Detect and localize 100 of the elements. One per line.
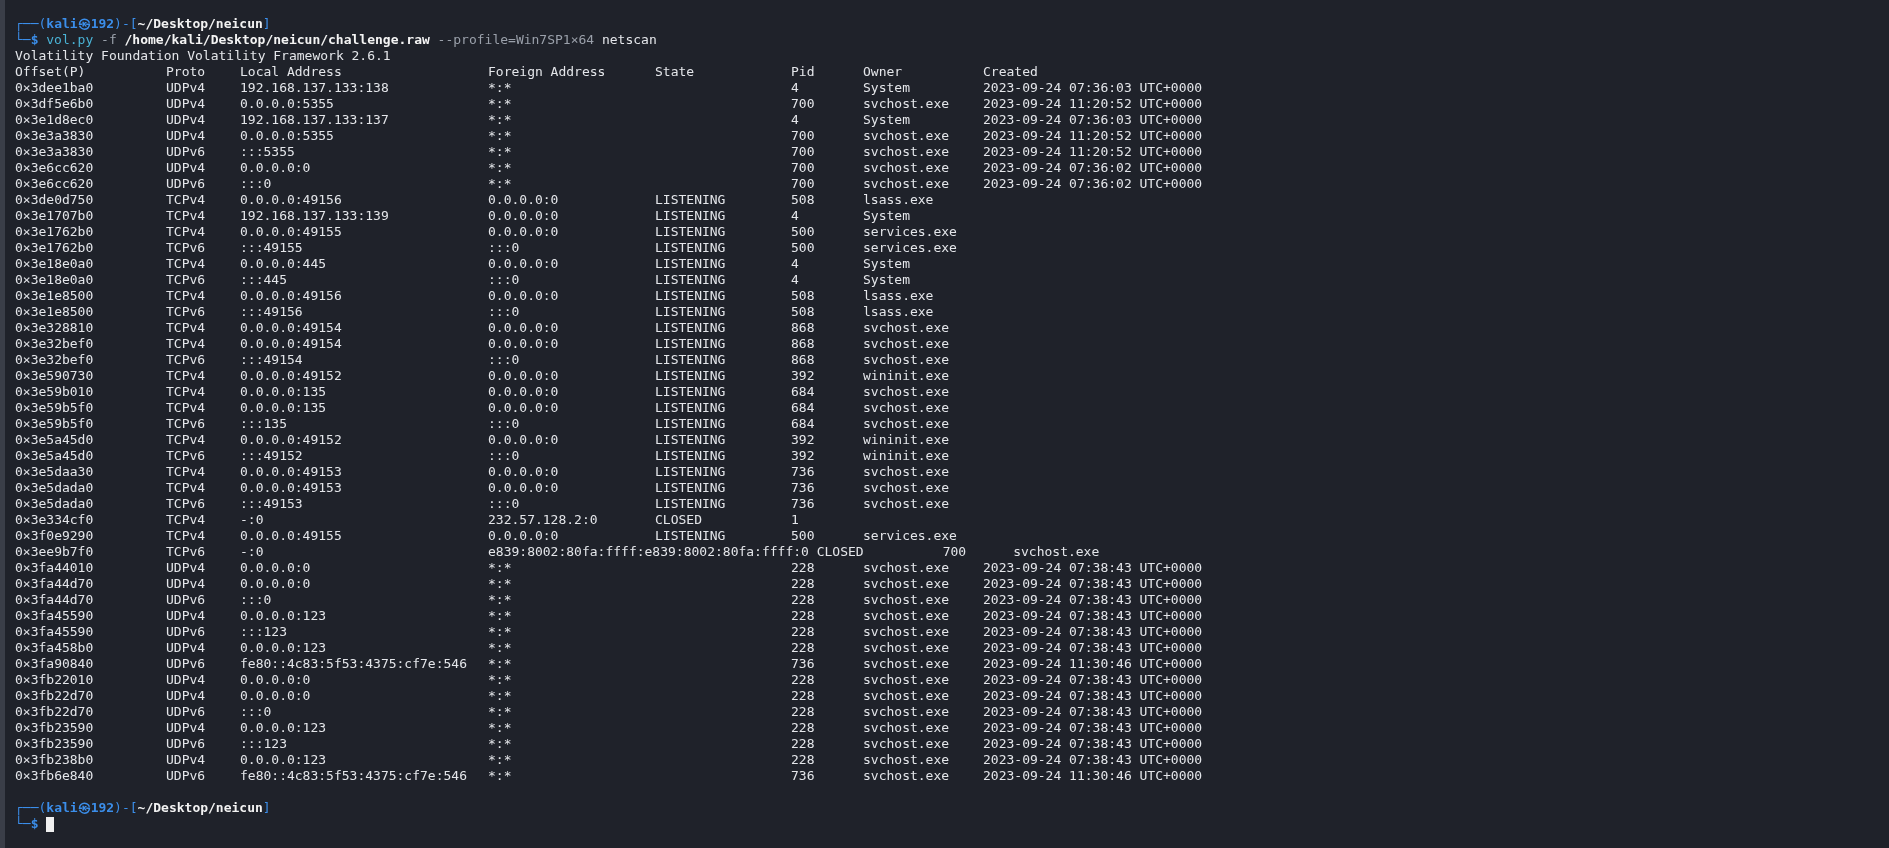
table-cell-text: svchost.exe [863,352,951,368]
table-cell-text: :::0 [488,448,521,464]
table-cell-text: TCPv4 [166,256,207,272]
table-cell-text: 0×3fa458b0 [15,640,95,656]
table-cell-text: svchost.exe [863,320,951,336]
table-cell-text: UDPv4 [166,720,207,736]
table-cell-text: *:* [488,80,513,96]
table-cell-text: LISTENING [655,224,727,240]
table-cell-text: 0×3e5dada0 [15,496,95,512]
table-cell-text: 0.0.0.0:49154 [240,336,343,352]
table-cell-text: LISTENING [655,336,727,352]
table-cell-text: :::49155 [240,240,304,256]
table-cell-text: 0×3e5a45d0 [15,448,95,464]
table-cell-text: 1 [791,512,800,528]
table-cell-text: UDPv4 [166,608,207,624]
table-cell-text: 228 [791,592,816,608]
table-cell-text: LISTENING [655,288,727,304]
table-cell-text: UDPv4 [166,672,207,688]
table-cell-text: TCPv6 [166,448,207,464]
table-cell-text: 700 [791,160,816,176]
table-cell-text: 0×3fb23590 [15,736,95,752]
table-cell-text: :::123 [240,624,288,640]
table-cell-text: lsass.exe [863,304,935,320]
table-cell-text: 2023-09-24 07:38:43 UTC+0000 [983,576,1204,592]
table-cell-text: TCPv6 [166,352,207,368]
table-cell-text: 0×3e59b5f0 [15,416,95,432]
table-cell: CLOSED [816,544,864,560]
table-cell-text: 0.0.0.0:49155 [240,528,343,544]
table-cell-text: 2023-09-24 11:20:52 UTC+0000 [983,144,1204,160]
table-cell-text: 0×3e1d8ec0 [15,112,95,128]
table-cell-text: 0.0.0.0:49152 [240,368,343,384]
table-cell-text: 2023-09-24 07:36:03 UTC+0000 [983,112,1204,128]
table-cell-text: LISTENING [655,208,727,224]
table-cell-text: 0.0.0.0:123 [240,720,328,736]
table-cell-text: 500 [791,240,816,256]
table-cell-text: 228 [791,672,816,688]
table-cell-text: *:* [488,768,513,784]
table-cell-text: svchost.exe [863,640,951,656]
table-cell-text: 228 [791,624,816,640]
table-cell-text: 0×3fb22d70 [15,688,95,704]
table-cell-text: 228 [791,736,816,752]
table-cell-text: TCPv4 [166,320,207,336]
table-cell-text: :::49156 [240,304,304,320]
table-cell-text: 0×3fa45590 [15,624,95,640]
table-cell-text: 0×3fb238b0 [15,752,95,768]
table-cell-text: svchost.exe [863,608,951,624]
table-cell-text: svchost.exe [863,416,951,432]
prompt-bracket: ┌──( [15,16,47,32]
prompt-path: ~/Desktop/neicun [137,16,263,32]
table-cell-text: 0×3fa44d70 [15,576,95,592]
table-cell-text: 2023-09-24 07:38:43 UTC+0000 [983,752,1204,768]
table-cell-text: *:* [488,112,513,128]
table-cell-text: UDPv4 [166,96,207,112]
table-cell-text: 192.168.137.133:139 [240,208,390,224]
table-cell-text: svchost.exe [863,704,951,720]
table-cell-text: 2023-09-24 07:38:43 UTC+0000 [983,688,1204,704]
table-cell-text: LISTENING [655,192,727,208]
table-cell-text: 0×3e59b010 [15,384,95,400]
table-cell-text: :::0 [240,176,273,192]
table-cell-text: svchost.exe [863,176,951,192]
table-cell-text: 0×3e1762b0 [15,240,95,256]
table-cell-text: UDPv6 [166,144,207,160]
table-cell-text: 392 [791,432,816,448]
table-cell-text: 0.0.0.0:0 [488,400,560,416]
prompt-bracket: ] [262,16,271,32]
table-cell-text: 0.0.0.0:49156 [240,192,343,208]
table-cell-text: 228 [791,560,816,576]
table-cell-text: 508 [791,304,816,320]
table-cell-text: 0.0.0.0:0 [488,256,560,272]
table-cell-text: LISTENING [655,304,727,320]
text-cursor [46,816,55,832]
table-cell-text: TCPv6 [166,240,207,256]
table-cell-text: 0.0.0.0:123 [240,752,328,768]
table-cell-text: *:* [488,608,513,624]
table-cell-text: 500 [791,224,816,240]
table-cell-text: 0.0.0.0:0 [488,288,560,304]
table-cell-text: svchost.exe [863,576,951,592]
table-cell-text: LISTENING [655,272,727,288]
table-cell-text: 0.0.0.0:49153 [240,480,343,496]
table-cell-text: 868 [791,320,816,336]
table-cell-text: wininit.exe [863,448,951,464]
table-cell-text: *:* [488,656,513,672]
table-cell-text: svchost.exe [863,160,951,176]
table-cell-text: LISTENING [655,320,727,336]
table-cell-text: 736 [791,480,816,496]
column-header: Created [983,64,1039,80]
table-cell-text: *:* [488,736,513,752]
table-cell-text: 684 [791,384,816,400]
table-cell-text: *:* [488,128,513,144]
table-cell-text: 2023-09-24 07:36:02 UTC+0000 [983,160,1204,176]
table-cell-text: *:* [488,560,513,576]
table-cell-text: svchost.exe [863,688,951,704]
table-cell-text: 2023-09-24 07:38:43 UTC+0000 [983,640,1204,656]
table-cell-text: 0×3e1e8500 [15,304,95,320]
table-cell-text: TCPv4 [166,512,207,528]
table-cell-text: 0×3fb22010 [15,672,95,688]
table-cell-text: 0×3e59b5f0 [15,400,95,416]
table-cell-text: 0×3e328810 [15,320,95,336]
table-cell-text: 0×3e6cc620 [15,176,95,192]
table-cell-text: 508 [791,192,816,208]
